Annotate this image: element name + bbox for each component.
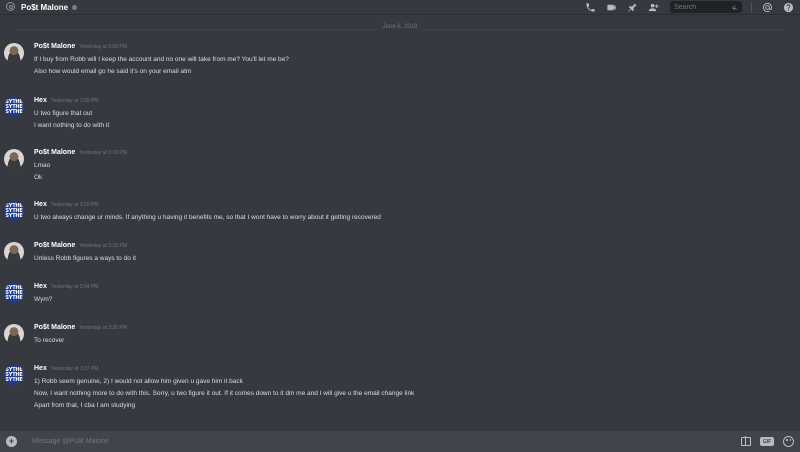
date-divider: June 6, 2019 xyxy=(16,24,784,30)
message-timestamp: Yesterday at 3:35 PM xyxy=(79,325,127,331)
at-sign-icon xyxy=(6,1,15,11)
user-avatar[interactable]: SYTHE SYTHE SYTHE xyxy=(4,365,24,385)
message-text: If I buy from Robb will I keep the accou… xyxy=(34,56,289,63)
avatar-text-line: SYTHE xyxy=(5,294,23,301)
avatar-text-line: SYTHE xyxy=(5,212,23,219)
message-header: Po$t Malone Yesterday at 3:33 PM xyxy=(34,242,127,249)
message-composer: + GIF xyxy=(0,431,800,452)
message-header: Hex Yesterday at 3:34 PM xyxy=(34,283,98,290)
pinned-messages-icon[interactable] xyxy=(626,1,638,13)
message-timestamp: Yesterday at 3:37 PM xyxy=(50,366,99,372)
dm-recipient-name[interactable]: Po$t Malone xyxy=(21,3,68,12)
message-author[interactable]: Po$t Malone xyxy=(34,324,75,331)
emoji-picker-icon[interactable] xyxy=(783,436,794,447)
message-timestamp: Yesterday at 3:33 PM xyxy=(79,243,127,249)
message-header: Hex Yesterday at 3:10 PM xyxy=(34,201,98,208)
message-timestamp: Yesterday at 3:09 PM xyxy=(79,44,127,50)
message-header: Hex Yesterday at 3:09 PM xyxy=(34,97,98,104)
chat-header: Po$t Malone xyxy=(0,0,800,15)
message-text: U two figure that out xyxy=(34,110,93,117)
offline-status-icon xyxy=(72,4,78,10)
user-avatar[interactable]: SYTHE SYTHE SYTHE xyxy=(4,283,24,303)
message-author[interactable]: Hex xyxy=(34,201,47,208)
avatar-text-line: SYTHE xyxy=(5,376,23,383)
message-text: Unless Robb figures a ways to do it xyxy=(34,255,136,262)
search-bar xyxy=(670,1,742,13)
gif-picker-icon[interactable]: GIF xyxy=(760,437,774,446)
message-text: Now, I want nothing more to do with this… xyxy=(34,390,415,397)
message-author[interactable]: Po$t Malone xyxy=(34,43,75,50)
message-author[interactable]: Hex xyxy=(34,283,47,290)
add-friend-icon[interactable] xyxy=(647,1,659,13)
message-text: 1) Robb seem genuine, 2) I would not all… xyxy=(34,378,243,385)
voice-call-icon[interactable] xyxy=(584,1,596,13)
message-timestamp: Yesterday at 3:10 PM xyxy=(50,202,99,208)
video-call-icon[interactable] xyxy=(605,1,617,13)
user-avatar[interactable] xyxy=(4,324,24,344)
message-text: U two always change ur minds. If anythin… xyxy=(34,214,381,221)
search-icon xyxy=(732,5,738,10)
header-toolbar xyxy=(584,1,794,13)
upload-plus-icon[interactable]: + xyxy=(6,436,17,447)
message-text: Wym? xyxy=(34,296,53,303)
message-list[interactable]: June 6, 2019 Po$t Malone Yesterday at 3:… xyxy=(0,16,800,430)
message-author[interactable]: Po$t Malone xyxy=(34,242,75,249)
gift-icon[interactable] xyxy=(741,436,751,446)
message-text: To recover xyxy=(34,337,65,344)
user-avatar[interactable] xyxy=(4,149,24,169)
message-text: Apart from that, I cba I am studying xyxy=(34,402,136,409)
message-header: Po$t Malone Yesterday at 3:35 PM xyxy=(34,324,127,331)
user-avatar[interactable]: SYTHE SYTHE SYTHE xyxy=(4,97,24,117)
message-header: Po$t Malone Yesterday at 3:10 PM xyxy=(34,149,127,156)
message-author[interactable]: Po$t Malone xyxy=(34,149,75,156)
message-text: I want nothing to do with it xyxy=(34,122,110,129)
message-input[interactable] xyxy=(32,438,682,445)
message-text: Lmao xyxy=(34,162,51,169)
message-header: Hex Yesterday at 3:37 PM xyxy=(34,365,98,372)
message-timestamp: Yesterday at 3:10 PM xyxy=(79,150,127,156)
help-icon[interactable] xyxy=(782,1,794,13)
search-input[interactable] xyxy=(674,3,732,11)
message-text: Ok xyxy=(34,174,43,181)
date-divider-label: June 6, 2019 xyxy=(376,24,424,30)
mentions-icon[interactable] xyxy=(761,1,773,13)
message-text: Also how would email go he said it's on … xyxy=(34,68,192,75)
user-avatar[interactable]: SYTHE SYTHE SYTHE xyxy=(4,201,24,221)
message-author[interactable]: Hex xyxy=(34,97,47,104)
message-author[interactable]: Hex xyxy=(34,365,47,372)
user-avatar[interactable] xyxy=(4,242,24,262)
message-timestamp: Yesterday at 3:09 PM xyxy=(50,98,99,104)
message-timestamp: Yesterday at 3:34 PM xyxy=(50,284,99,290)
message-header: Po$t Malone Yesterday at 3:09 PM xyxy=(34,43,127,50)
composer-actions: GIF xyxy=(741,436,794,447)
user-avatar[interactable] xyxy=(4,43,24,63)
avatar-text-line: SYTHE xyxy=(5,108,23,115)
toolbar-divider xyxy=(751,2,752,12)
